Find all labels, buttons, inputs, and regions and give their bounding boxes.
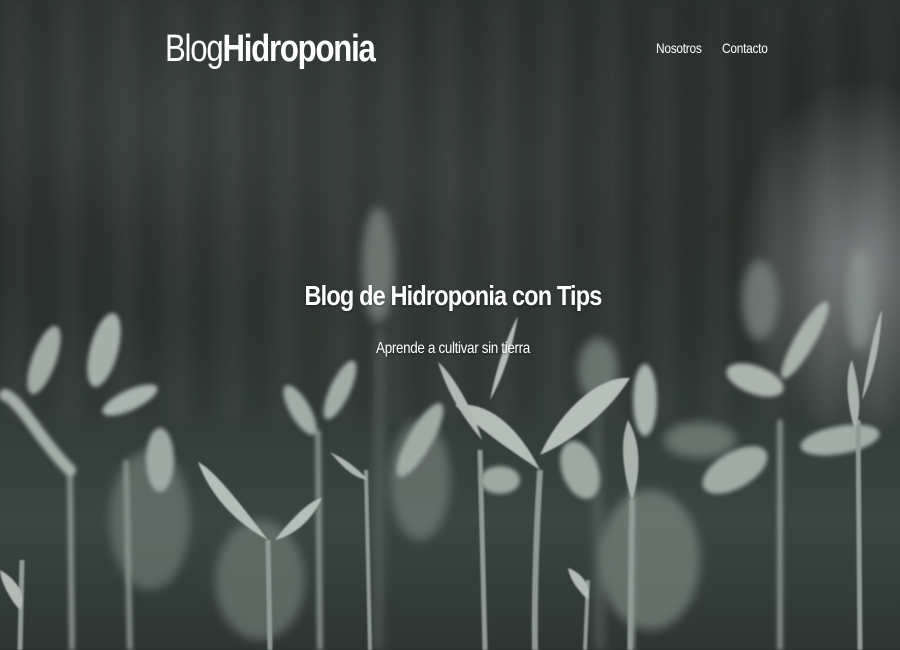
brand-text-bold: Hidroponia: [222, 28, 375, 70]
main-navigation: Nosotros Contacto: [656, 40, 775, 56]
nav-link-nosotros[interactable]: Nosotros: [656, 40, 702, 56]
seedlings-background-image: [0, 207, 882, 650]
hero-subtitle: Aprende a cultivar sin tierra: [376, 340, 530, 357]
hero-title: Blog de Hidroponia con Tips: [304, 280, 602, 311]
hero-section: BlogHidroponia Nosotros Contacto Blog de…: [0, 0, 900, 650]
site-logo[interactable]: BlogHidroponia: [165, 28, 376, 71]
nav-link-contacto[interactable]: Contacto: [722, 40, 768, 56]
brand-text-light: Blog: [165, 28, 224, 70]
